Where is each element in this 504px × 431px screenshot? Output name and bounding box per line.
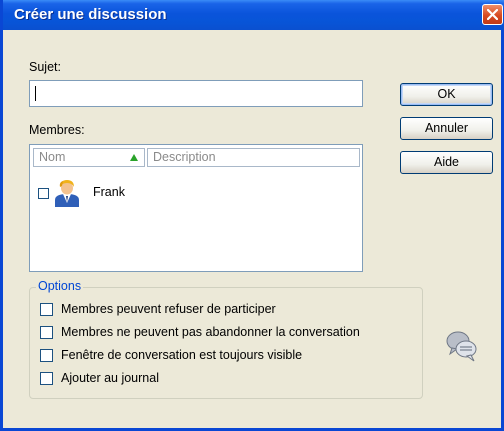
subject-label: Sujet: [29, 60, 61, 74]
option-checkbox[interactable] [40, 372, 53, 385]
close-button[interactable] [482, 4, 503, 25]
member-name: Frank [93, 185, 125, 199]
column-header-description[interactable]: Description [147, 148, 360, 167]
cancel-button[interactable]: Annuler [400, 117, 493, 140]
window-title: Créer une discussion [14, 6, 167, 23]
option-label: Fenêtre de conversation est toujours vis… [61, 348, 303, 362]
subject-input[interactable] [29, 80, 363, 107]
column-description-label: Description [153, 150, 216, 164]
close-icon [487, 9, 498, 20]
option-label: Membres ne peuvent pas abandonner la con… [61, 325, 360, 339]
help-button[interactable]: Aide [400, 151, 493, 174]
members-list[interactable]: Nom Description Frank [29, 144, 363, 272]
chat-bubbles-icon [445, 329, 479, 366]
option-checkbox[interactable] [40, 326, 53, 339]
user-avatar-icon [52, 179, 82, 210]
ok-button[interactable]: OK [400, 83, 493, 106]
option-label: Ajouter au journal [61, 371, 159, 385]
title-bar[interactable]: Créer une discussion [3, 0, 504, 30]
dialog-window: Créer une discussion Sujet: OK Annuler A… [0, 0, 504, 431]
text-caret [35, 86, 36, 101]
column-name-label: Nom [39, 150, 66, 164]
option-checkbox[interactable] [40, 349, 53, 362]
option-checkbox[interactable] [40, 303, 53, 316]
members-label: Membres: [29, 123, 85, 137]
column-header-name[interactable]: Nom [33, 148, 145, 167]
list-item[interactable]: Frank [36, 179, 356, 207]
sort-ascending-icon [130, 154, 138, 161]
options-legend: Options [36, 279, 84, 293]
option-label: Membres peuvent refuser de participer [61, 302, 276, 316]
member-checkbox[interactable] [38, 188, 49, 199]
